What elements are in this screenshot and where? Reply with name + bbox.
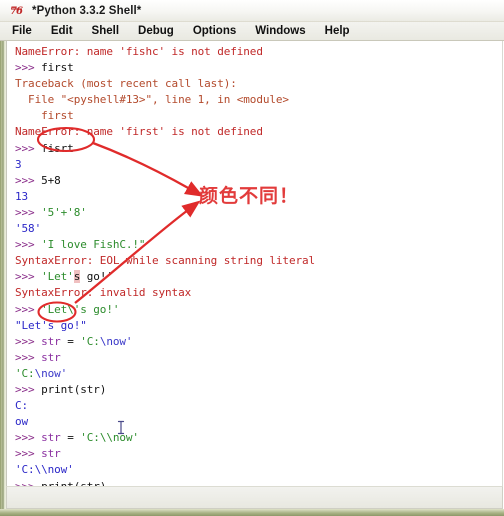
shell-line-segment: fisrt [41, 141, 74, 155]
shell-line-segment: 'C:\\now' [80, 431, 139, 445]
shell-line: first [15, 108, 502, 124]
shell-line: >>> print(str) [15, 382, 502, 398]
shell-line: >>> 'Let\'s go!' [15, 302, 502, 318]
shell-line-segment: 'C:\\now' [15, 463, 74, 477]
shell-line-segment: = [60, 334, 81, 348]
shell-line-segment: print(str) [41, 382, 107, 396]
shell-line-segment: NameError: name 'fishc' is not defined [15, 45, 263, 58]
menu-item-debug[interactable]: Debug [138, 25, 174, 37]
shell-line-segment: 'Let' [41, 270, 74, 284]
shell-line-segment: first [41, 61, 74, 75]
shell-line: >>> first [15, 60, 502, 76]
shell-output[interactable]: NameError: name 'fishc' is not defined >>… [15, 44, 502, 486]
svg-text:6: 6 [16, 6, 23, 17]
shell-line: >>> str = 'C:\\now' [15, 430, 502, 446]
shell-line-segment: str [41, 447, 61, 461]
shell-line-segment: '5'+'8' [41, 205, 87, 219]
shell-line: >>> print(str) [15, 479, 502, 486]
shell-line-segment: = [60, 431, 81, 445]
shell-line-segment: File "<pyshell#13>", line 1, in <module> [15, 93, 289, 107]
shell-line: '58' [15, 221, 502, 237]
menu-item-help[interactable]: Help [325, 25, 350, 37]
shell-line-segment: 5+8 [41, 173, 61, 187]
shell-line-segment: 3 [15, 157, 22, 171]
shell-line: >>> str [15, 446, 502, 462]
idle-shell-window: 7 6 *Python 3.3.2 Shell* File Edit Shell… [0, 0, 504, 516]
menu-item-edit[interactable]: Edit [51, 25, 73, 37]
shell-line-segment: str [41, 350, 61, 364]
shell-line-segment: >>> [15, 173, 42, 187]
shell-line-segment: 13 [15, 189, 29, 203]
window-left-edge-shadow [2, 41, 4, 516]
shell-line: SyntaxError: invalid syntax [15, 285, 502, 301]
menu-item-shell[interactable]: Shell [92, 25, 119, 37]
shell-line-segment: first [15, 109, 74, 123]
shell-line-segment: \now' [99, 334, 133, 348]
shell-line-segment: >>> [15, 61, 42, 75]
shell-line-segment: C: [15, 399, 29, 413]
annotation-note-text: 颜色不同！ [199, 185, 300, 207]
shell-line-segment: >>> [15, 238, 42, 252]
shell-line-segment: >>> [15, 431, 42, 445]
menu-item-options[interactable]: Options [193, 25, 236, 37]
shell-line: NameError: name 'first' is not defined [15, 124, 502, 140]
shell-line: 'C:\now' [15, 366, 502, 382]
shell-line-segment: >>> [15, 350, 42, 364]
shell-line-segment: go!' [80, 270, 113, 284]
shell-line-segment: >>> [15, 205, 42, 219]
shell-line-segment: 'C: [15, 366, 35, 380]
shell-line: Traceback (most recent call last): [15, 76, 502, 92]
shell-line: 'C:\\now' [15, 462, 502, 478]
mouse-ibeam-cursor [116, 419, 126, 436]
shell-line-segment: 'C: [80, 334, 100, 348]
menu-item-file[interactable]: File [12, 25, 32, 37]
shell-line: "Let's go!" [15, 318, 502, 334]
shell-line-segment: >>> [15, 141, 42, 155]
shell-line: >>> 'I love FishC.!" [15, 237, 502, 253]
shell-line-segment: >>> [15, 382, 42, 396]
shell-line-segment: 'I love FishC.!" [41, 238, 146, 252]
shell-line-segment: \now' [34, 366, 68, 380]
shell-line: >>> str [15, 350, 502, 366]
shell-line: >>> fisrt [15, 141, 502, 157]
shell-text-area[interactable]: NameError: name 'fishc' is not defined >>… [6, 41, 503, 486]
shell-line-segment: str [41, 431, 61, 445]
shell-line-segment: >>> [15, 270, 42, 284]
shell-line: SyntaxError: EOL while scanning string l… [15, 253, 502, 269]
window-bottom-edge [0, 509, 504, 516]
status-bar [6, 486, 503, 509]
shell-line-segment: '58' [15, 222, 42, 236]
shell-line-segment: str [41, 334, 61, 348]
shell-line: NameError: name 'fishc' is not defined [15, 44, 502, 60]
shell-line-segment: 'Let\'s go!' [41, 302, 120, 316]
shell-line-segment: >>> [15, 447, 42, 461]
shell-line: >>> str = 'C:\now' [15, 334, 502, 350]
shell-line: 3 [15, 157, 502, 173]
shell-line-segment: >>> [15, 302, 42, 316]
shell-line: File "<pyshell#13>", line 1, in <module> [15, 92, 502, 108]
shell-line-segment: SyntaxError: invalid syntax [15, 286, 192, 300]
title-bar[interactable]: 7 6 *Python 3.3.2 Shell* [0, 0, 504, 22]
shell-line-segment: Traceback (most recent call last): [15, 77, 237, 91]
shell-line-segment: ow [15, 415, 29, 429]
shell-line: ow [15, 414, 502, 430]
shell-line-segment: NameError: name 'first' is not defined [15, 125, 263, 139]
shell-line: C: [15, 398, 502, 414]
menu-bar[interactable]: File Edit Shell Debug Options Windows He… [0, 22, 504, 41]
window-title: *Python 3.3.2 Shell* [32, 4, 142, 17]
window-frame: NameError: name 'fishc' is not defined >>… [0, 41, 504, 516]
shell-line-segment: >>> [15, 334, 42, 348]
shell-line: >>> 'Let's go!' [15, 269, 502, 285]
python-idle-icon: 7 6 [10, 4, 25, 17]
shell-line-segment: "Let's go!" [15, 318, 87, 332]
menu-item-windows[interactable]: Windows [255, 25, 305, 37]
shell-line-segment: SyntaxError: EOL while scanning string l… [15, 254, 316, 268]
